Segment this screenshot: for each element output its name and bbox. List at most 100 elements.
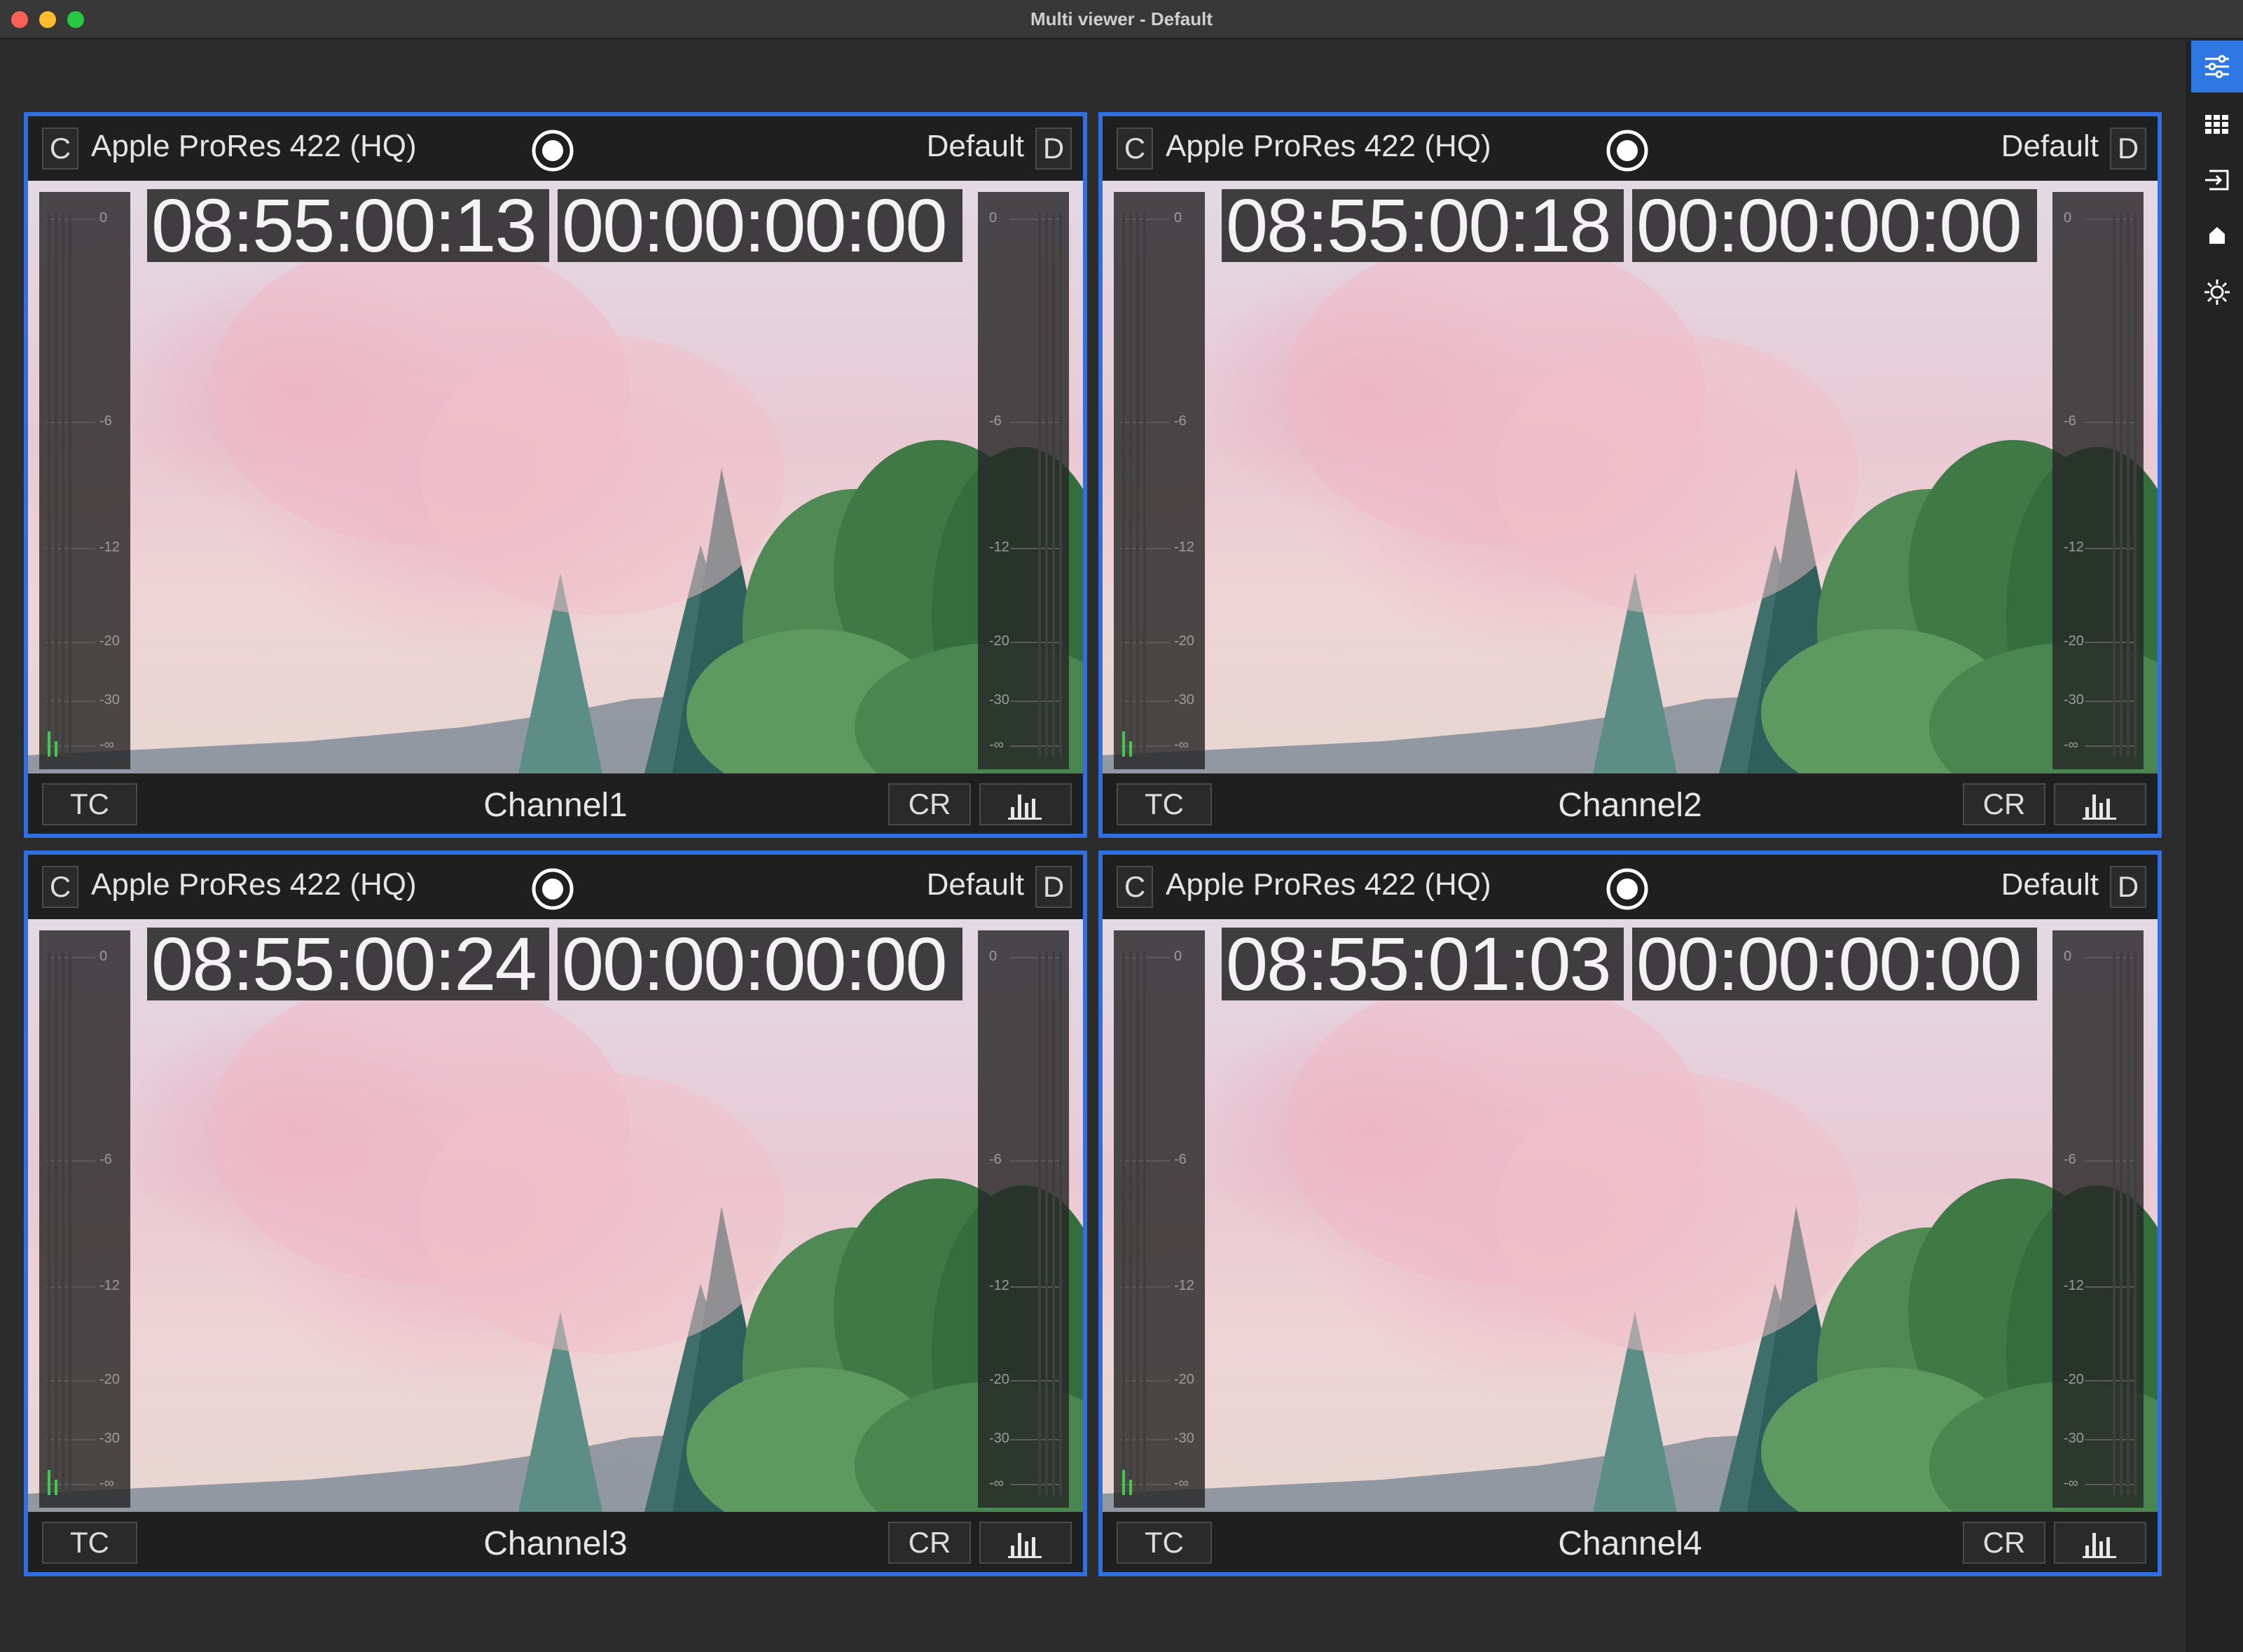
audio-meter-right: 0 -6 -12 -20 -30 -∞ — [2052, 192, 2144, 769]
video-preview-image — [28, 975, 1083, 1512]
audio-meter-button[interactable] — [979, 783, 1072, 825]
meter-scale-label: -30 — [989, 1431, 1009, 1446]
meter-channel-bar — [2127, 213, 2130, 757]
d-button[interactable]: D — [2110, 866, 2146, 908]
grid-button[interactable] — [2191, 98, 2243, 150]
tile-header: C Apple ProRes 422 (HQ) Default D — [28, 116, 1083, 181]
viewer-tile[interactable]: C Apple ProRes 422 (HQ) Default D 0 -6 -12… — [1098, 112, 2162, 838]
meter-level — [1129, 1480, 1132, 1495]
meter-scale-label: -6 — [99, 413, 112, 429]
meter-channel-bar — [2120, 213, 2123, 757]
codec-label: Apple ProRes 422 (HQ) — [1166, 129, 1491, 163]
codec-label: Apple ProRes 422 (HQ) — [91, 129, 417, 163]
meter-channel-bar — [55, 213, 57, 757]
meter-scale-label: -30 — [1174, 1431, 1194, 1446]
profile-label: Default — [2001, 129, 2099, 163]
c-button[interactable]: C — [42, 866, 78, 908]
viewer-tile[interactable]: C Apple ProRes 422 (HQ) Default D 0 -6 -12… — [24, 112, 1087, 838]
video-preview-image — [1103, 237, 2158, 773]
meter-channel-bar — [2134, 951, 2137, 1495]
audio-meter-button[interactable] — [2054, 783, 2146, 825]
record-timecode: 00:00:00:00 — [558, 188, 962, 263]
meter-scale-label: -30 — [2064, 692, 2084, 708]
meter-channel-bar — [48, 951, 50, 1495]
meter-channel-bar — [1052, 951, 1055, 1495]
meter-channel-bar — [2120, 951, 2123, 1495]
grid-icon — [2205, 115, 2228, 134]
audio-meter-right: 0 -6 -12 -20 -30 -∞ — [2052, 930, 2144, 1508]
c-button[interactable]: C — [1117, 866, 1153, 908]
audio-meter-left: 0 -6 -12 -20 -30 -∞ — [39, 930, 130, 1508]
meter-scale-label: 0 — [99, 210, 108, 226]
record-icon[interactable] — [1606, 129, 1649, 172]
tile-header: C Apple ProRes 422 (HQ) Default D — [1103, 855, 2158, 919]
codec-label: Apple ProRes 422 (HQ) — [1166, 867, 1491, 902]
settings-button[interactable] — [2191, 266, 2243, 318]
meter-scale-label: -6 — [1174, 1152, 1187, 1167]
meter-scale-label: -30 — [1174, 692, 1194, 708]
meter-scale-label: -20 — [2064, 1372, 2084, 1387]
meter-scale-label: -6 — [1174, 413, 1187, 429]
meter-channel-bar — [1129, 213, 1132, 757]
meter-scale-label: 0 — [989, 210, 998, 226]
d-button[interactable]: D — [1035, 866, 1072, 908]
meter-scale-label: -6 — [2064, 413, 2076, 429]
meter-channel-bar — [2134, 213, 2137, 757]
meter-scale-label: -12 — [2064, 1278, 2084, 1293]
meter-channel-bar — [1045, 951, 1048, 1495]
meter-scale-label: -6 — [2064, 1152, 2076, 1167]
cr-button[interactable]: CR — [888, 783, 971, 825]
meter-scale-label: 0 — [1174, 210, 1182, 226]
audio-meter-button[interactable] — [979, 1522, 1072, 1564]
right-toolbar — [2186, 41, 2243, 1652]
audio-meter-button[interactable] — [2054, 1522, 2146, 1564]
viewer-tile[interactable]: C Apple ProRes 422 (HQ) Default D 0 -6 -12… — [24, 851, 1087, 1576]
audio-meter-icon — [2083, 794, 2116, 820]
video-preview: 0 -6 -12 -20 -30 -∞ 0 -6 -12 -20 -30 -∞ 08:55:00:1… — [1103, 181, 2158, 773]
meter-scale-label: -20 — [2064, 633, 2084, 649]
c-button[interactable]: C — [42, 128, 78, 170]
record-timecode: 00:00:00:00 — [1632, 926, 2037, 1002]
record-icon[interactable] — [531, 129, 574, 172]
home-button[interactable] — [2191, 210, 2243, 262]
meter-scale-label: -12 — [989, 1278, 1009, 1293]
audio-meter-right: 0 -6 -12 -20 -30 -∞ — [978, 930, 1069, 1508]
c-button[interactable]: C — [1117, 128, 1153, 170]
home-icon — [2209, 227, 2225, 244]
meter-scale-label: -20 — [989, 1372, 1009, 1387]
d-button[interactable]: D — [2110, 128, 2146, 170]
video-preview: 0 -6 -12 -20 -30 -∞ 0 -6 -12 -20 -30 -∞ 08:55:01:0… — [1103, 919, 2158, 1512]
profile-label: Default — [926, 867, 1024, 902]
input-button[interactable] — [2191, 154, 2243, 206]
source-timecode: 08:55:00:18 — [1222, 188, 1624, 263]
meter-scale-label: -∞ — [989, 737, 1004, 752]
meter-scale-label: -30 — [99, 692, 120, 708]
meter-channel-bar — [48, 213, 50, 757]
meter-scale-label: -20 — [99, 633, 120, 649]
meter-scale-label: -6 — [989, 1152, 1002, 1167]
input-icon — [2205, 170, 2229, 191]
meter-scale-label: -∞ — [2064, 1475, 2078, 1491]
sliders-button[interactable] — [2191, 41, 2243, 92]
codec-label: Apple ProRes 422 (HQ) — [91, 867, 417, 902]
meter-scale-label: 0 — [1174, 949, 1182, 964]
viewer-tile[interactable]: C Apple ProRes 422 (HQ) Default D 0 -6 -12… — [1098, 851, 2162, 1576]
tile-header: C Apple ProRes 422 (HQ) Default D — [1103, 116, 2158, 181]
meter-scale-label: -∞ — [1174, 1475, 1189, 1491]
meter-channel-bar — [1045, 213, 1048, 757]
meter-level — [55, 1480, 57, 1495]
meter-channel-bar — [1122, 213, 1125, 757]
meter-scale-label: 0 — [2064, 949, 2072, 964]
d-button[interactable]: D — [1035, 128, 1072, 170]
cr-button[interactable]: CR — [888, 1522, 971, 1564]
cr-button[interactable]: CR — [1963, 1522, 2045, 1564]
record-icon[interactable] — [531, 867, 574, 911]
source-timecode: 08:55:01:03 — [1222, 926, 1624, 1002]
cr-button[interactable]: CR — [1963, 783, 2045, 825]
record-icon[interactable] — [1606, 867, 1649, 911]
meter-scale-label: -∞ — [99, 737, 114, 752]
video-preview: 0 -6 -12 -20 -30 -∞ 0 -6 -12 -20 -30 -∞ 08:55:00:2… — [28, 919, 1083, 1512]
meter-scale-label: -20 — [99, 1372, 120, 1387]
meter-channel-bar — [2127, 951, 2130, 1495]
meter-scale-label: -∞ — [2064, 737, 2078, 752]
